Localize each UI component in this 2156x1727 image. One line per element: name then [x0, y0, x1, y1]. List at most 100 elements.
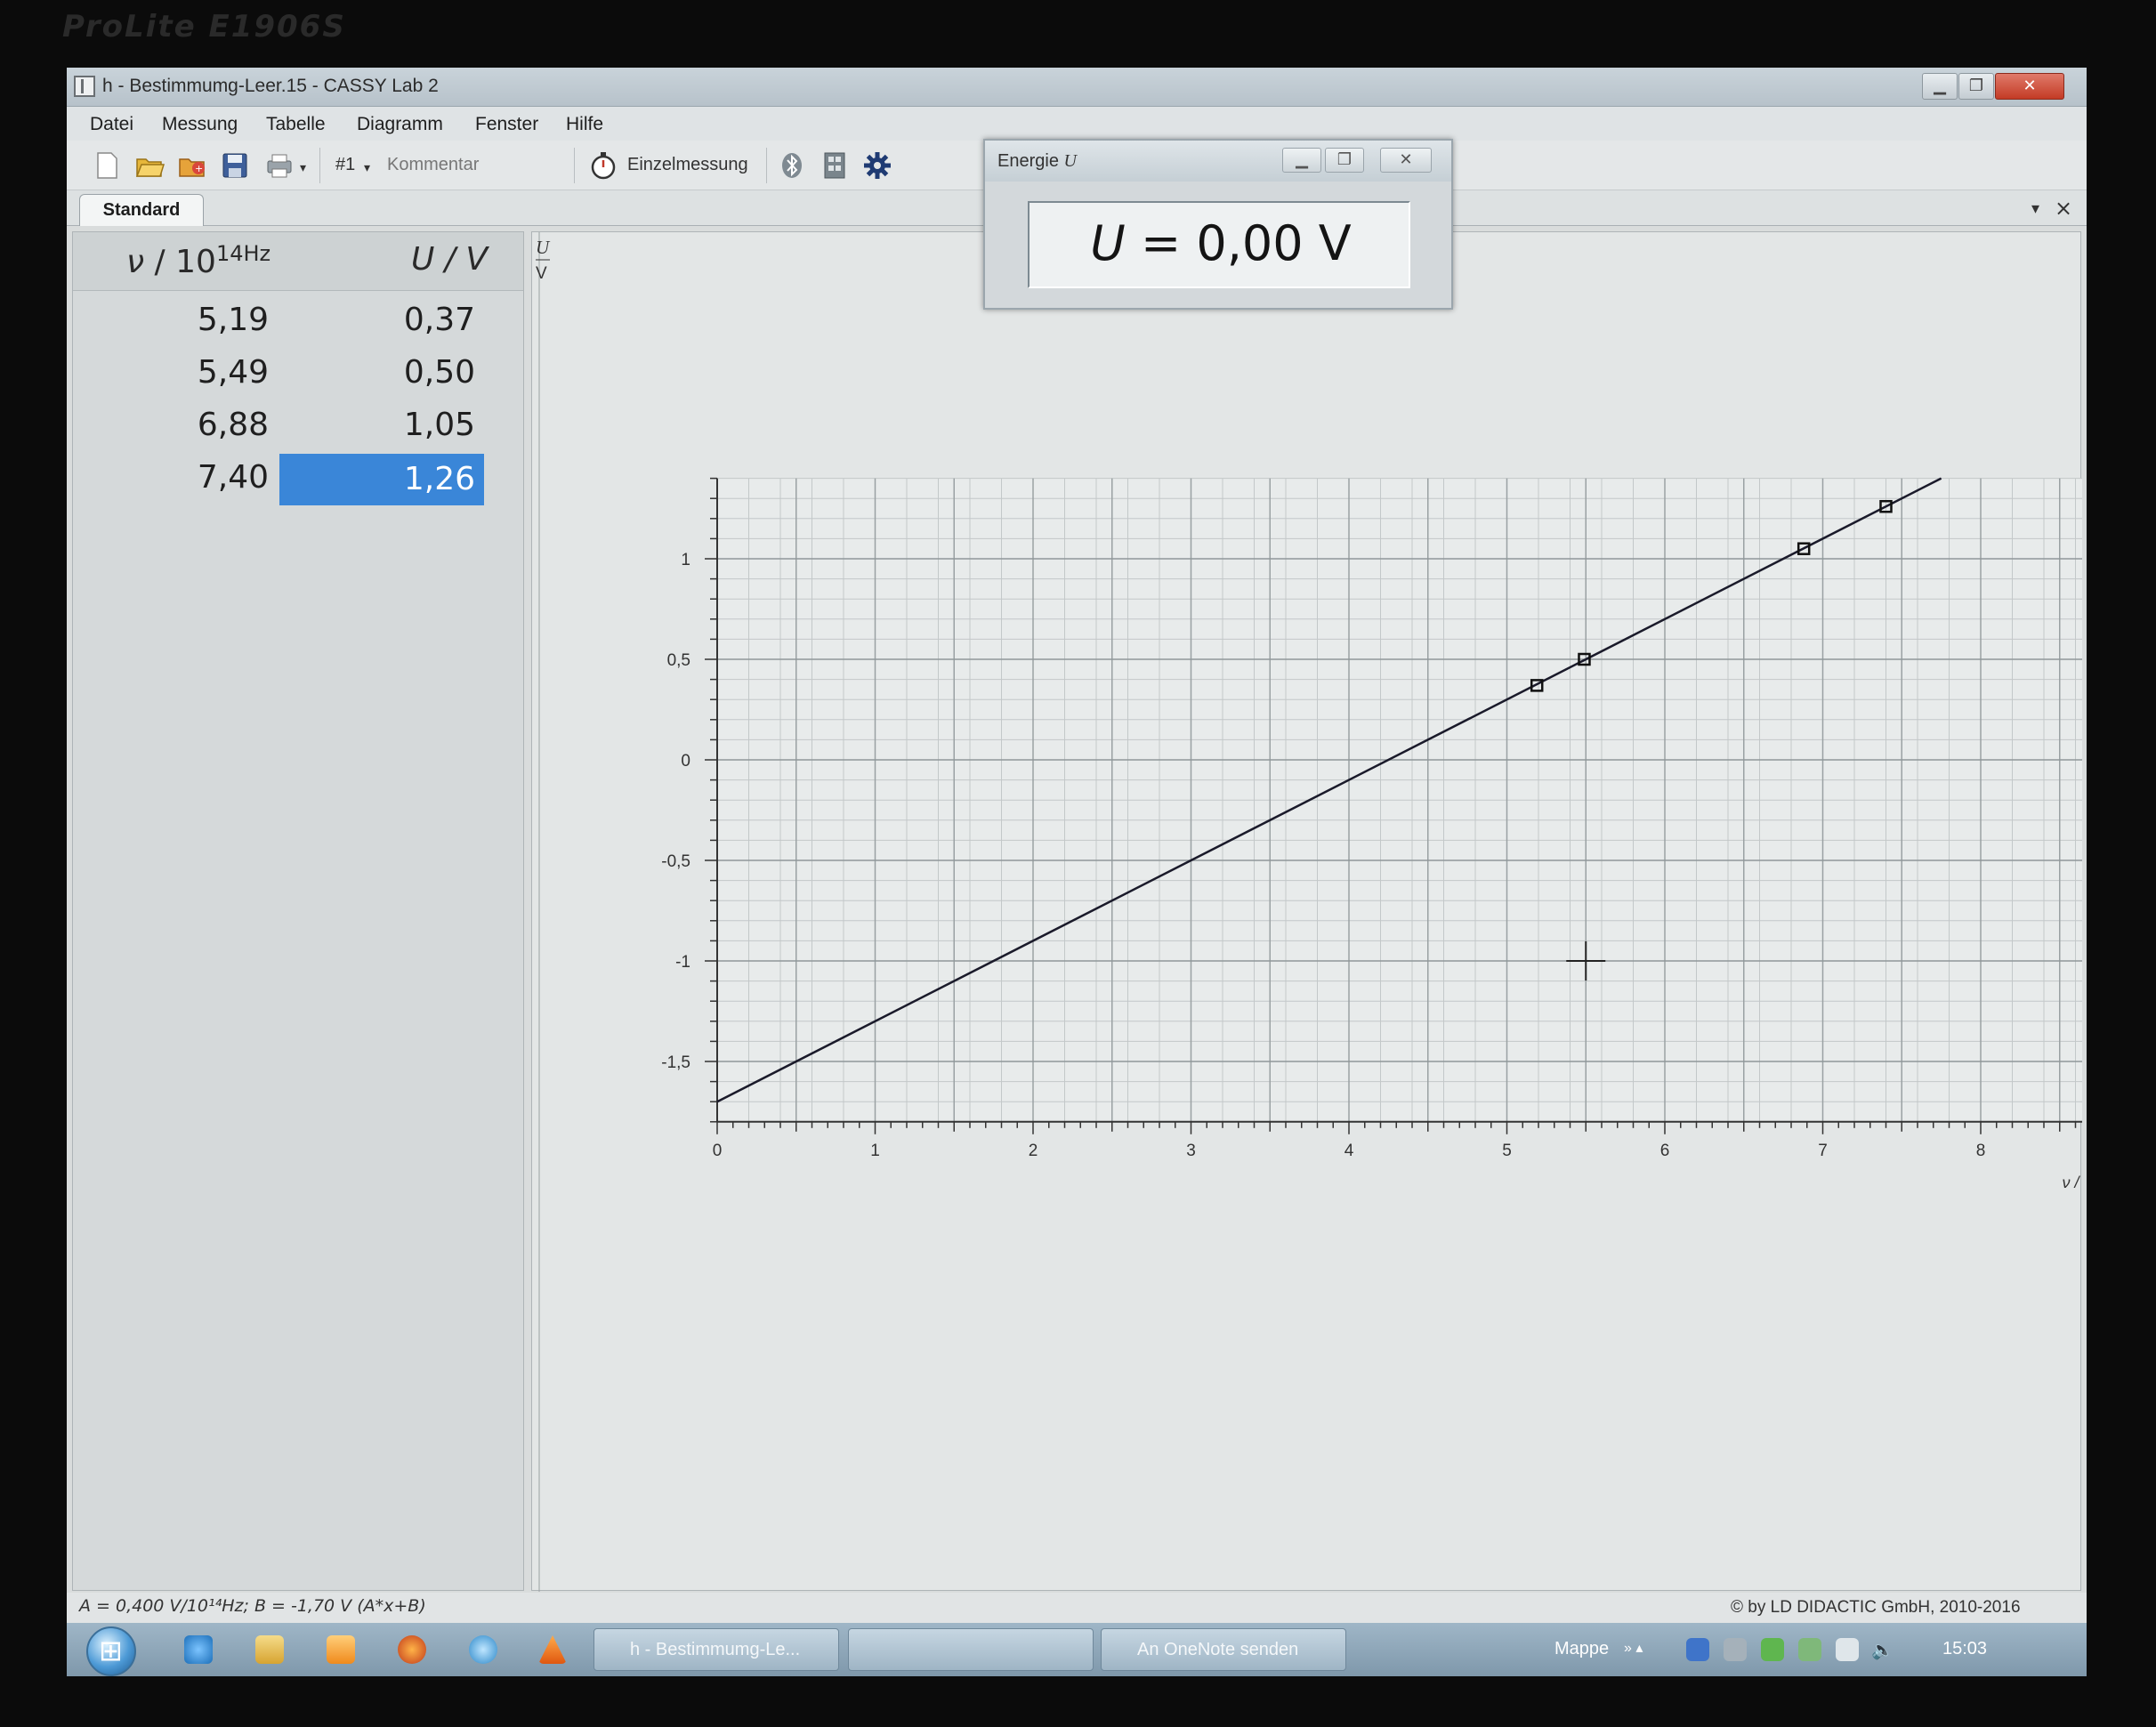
y-tick-label: 1: [681, 551, 690, 569]
energy-display: U = 0,00 V: [1028, 201, 1410, 288]
vlc-icon[interactable]: [538, 1635, 567, 1664]
x-tick-label: 2: [1029, 1142, 1038, 1160]
cell-voltage[interactable]: 1,05: [279, 407, 484, 443]
column-header-frequency-exponent: 14Hz: [215, 241, 271, 266]
firefox-icon[interactable]: [398, 1635, 426, 1664]
maximize-button[interactable]: ❐: [1958, 73, 1994, 100]
table-row[interactable]: 6,88 1,05: [73, 401, 523, 453]
stopwatch-icon[interactable]: [588, 150, 618, 181]
energy-window-title: Energie U: [997, 151, 1077, 172]
shield-icon[interactable]: [1686, 1638, 1709, 1661]
y-tick-label: 0: [681, 752, 690, 771]
graph-panel[interactable]: 10,50-0,5-1-1,50123456789UVν / 1014Hz: [531, 231, 2082, 1592]
cell-frequency[interactable]: 7,40: [126, 459, 269, 496]
window-titlebar[interactable]: h - Bestimmumg-Leer.15 - CASSY Lab 2 ▁ ❐…: [67, 68, 2087, 107]
energy-window-titlebar[interactable]: Energie U ▁ ❐ ✕: [985, 141, 1451, 182]
menu-diagramm[interactable]: Diagramm: [357, 114, 443, 135]
energy-window[interactable]: Energie U ▁ ❐ ✕ U = 0,00 V: [983, 139, 1453, 310]
energy-maximize-button[interactable]: ❐: [1325, 148, 1364, 173]
network-icon[interactable]: [469, 1635, 497, 1664]
x-axis-label: ν / 10: [2063, 1174, 2083, 1191]
copyright: © by LD DIDACTIC GmbH, 2010-2016: [1731, 1598, 2021, 1617]
y-axis-label: U: [536, 237, 551, 258]
close-icon[interactable]: ×: [2055, 196, 2072, 221]
measurement-index[interactable]: #1: [335, 155, 355, 175]
table-row[interactable]: 5,49 0,50: [73, 349, 523, 400]
tab-standard[interactable]: Standard: [79, 194, 204, 226]
minimize-button[interactable]: ▁: [1922, 73, 1958, 100]
x-tick-label: 6: [1660, 1142, 1670, 1160]
status-bar: A = 0,400 V/10¹⁴Hz; B = -1,70 V (A*x+B) …: [67, 1593, 2087, 1623]
measurement-dropdown-icon[interactable]: ▾: [364, 160, 370, 175]
energy-minimize-button[interactable]: ▁: [1282, 148, 1321, 173]
new-file-icon[interactable]: [92, 150, 122, 181]
cell-frequency[interactable]: 5,19: [126, 302, 269, 338]
tray-mappe[interactable]: Mappe: [1554, 1639, 1609, 1659]
volume-icon[interactable]: 🔈: [1871, 1639, 1894, 1661]
explorer-folder-icon[interactable]: [255, 1635, 284, 1664]
energy-close-button[interactable]: ✕: [1380, 148, 1432, 173]
cell-frequency[interactable]: 5,49: [126, 354, 269, 391]
media-player-icon[interactable]: [327, 1635, 355, 1664]
toolbar-separator: [766, 148, 767, 183]
x-tick-label: 0: [713, 1142, 723, 1160]
cell-voltage[interactable]: 0,37: [279, 302, 484, 338]
column-header-voltage[interactable]: U / V: [411, 241, 488, 278]
module-icon[interactable]: [820, 150, 850, 181]
single-measurement-button[interactable]: Einzelmessung: [627, 155, 748, 175]
app-icon: [74, 76, 95, 97]
print-dropdown-icon[interactable]: ▾: [300, 160, 306, 175]
cell-frequency[interactable]: 6,88: [126, 407, 269, 443]
energy-window-title-text: Energie: [997, 151, 1059, 171]
print-icon[interactable]: [264, 150, 295, 181]
taskbar-onenote-button[interactable]: An OneNote senden: [1101, 1628, 1346, 1671]
x-tick-label: 3: [1186, 1142, 1196, 1160]
fit-parameters: A = 0,400 V/10¹⁴Hz; B = -1,70 V (A*x+B): [79, 1596, 426, 1616]
energy-window-title-symbol: U: [1063, 151, 1077, 171]
cell-voltage-selected[interactable]: 1,26: [279, 454, 484, 505]
save-icon[interactable]: [220, 150, 250, 181]
column-header-frequency-symbol: ν: [126, 244, 145, 280]
menu-bar: Datei Messung Tabelle Diagramm Fenster H…: [67, 107, 2087, 141]
y-tick-label: -1,5: [661, 1053, 690, 1072]
start-button[interactable]: [86, 1626, 136, 1676]
open-folder-icon[interactable]: [134, 150, 165, 181]
x-tick-label: 4: [1344, 1142, 1354, 1160]
clock[interactable]: 15:03: [1942, 1639, 1987, 1659]
open-example-icon[interactable]: +: [177, 150, 207, 181]
taskbar-window-button[interactable]: [848, 1628, 1094, 1671]
settings-gear-icon[interactable]: [862, 150, 892, 181]
internet-explorer-icon[interactable]: [184, 1635, 213, 1664]
table-row-selected[interactable]: 7,40 1,26: [73, 454, 523, 505]
menu-tabelle[interactable]: Tabelle: [266, 114, 326, 135]
bluetooth-icon[interactable]: [777, 150, 807, 181]
monitor-icon[interactable]: [1836, 1638, 1859, 1661]
menu-hilfe[interactable]: Hilfe: [566, 114, 603, 135]
energy-value: U = 0,00 V: [1030, 215, 1412, 271]
column-header-frequency[interactable]: ν / 1014Hz: [126, 241, 271, 280]
taskbar: h - Bestimmumg-Le... An OneNote senden M…: [67, 1623, 2087, 1676]
table-header: ν / 1014Hz U / V: [73, 232, 523, 291]
energy-symbol: U: [1090, 215, 1126, 271]
table-row[interactable]: 5,19 0,37: [73, 296, 523, 348]
menu-messung[interactable]: Messung: [162, 114, 238, 135]
toolbar-separator: [319, 148, 320, 183]
tray-expand-icon[interactable]: » ▴: [1624, 1639, 1643, 1657]
battery-icon[interactable]: [1798, 1638, 1821, 1661]
menu-fenster[interactable]: Fenster: [475, 114, 538, 135]
close-button[interactable]: ✕: [1995, 73, 2064, 100]
comment-field[interactable]: Kommentar: [387, 155, 479, 175]
x-tick-label: 7: [1818, 1142, 1828, 1160]
y-tick-label: -0,5: [661, 852, 690, 871]
taskbar-cassy-button[interactable]: h - Bestimmumg-Le...: [594, 1628, 839, 1671]
y-tick-label: 0,5: [667, 651, 690, 670]
chart-svg[interactable]: 10,50-0,5-1-1,50123456789UVν / 1014Hz: [532, 232, 2082, 1592]
menu-datei[interactable]: Datei: [90, 114, 133, 135]
svg-text:+: +: [195, 163, 203, 174]
data-table: ν / 1014Hz U / V 5,19 0,37 5,49 0,50 6,8…: [72, 231, 524, 1591]
cell-voltage[interactable]: 0,50: [279, 354, 484, 391]
wifi-icon[interactable]: [1761, 1638, 1784, 1661]
chevron-down-icon[interactable]: ▾: [2031, 199, 2039, 218]
keyboard-icon[interactable]: [1724, 1638, 1747, 1661]
energy-reading: = 0,00 V: [1125, 215, 1352, 271]
